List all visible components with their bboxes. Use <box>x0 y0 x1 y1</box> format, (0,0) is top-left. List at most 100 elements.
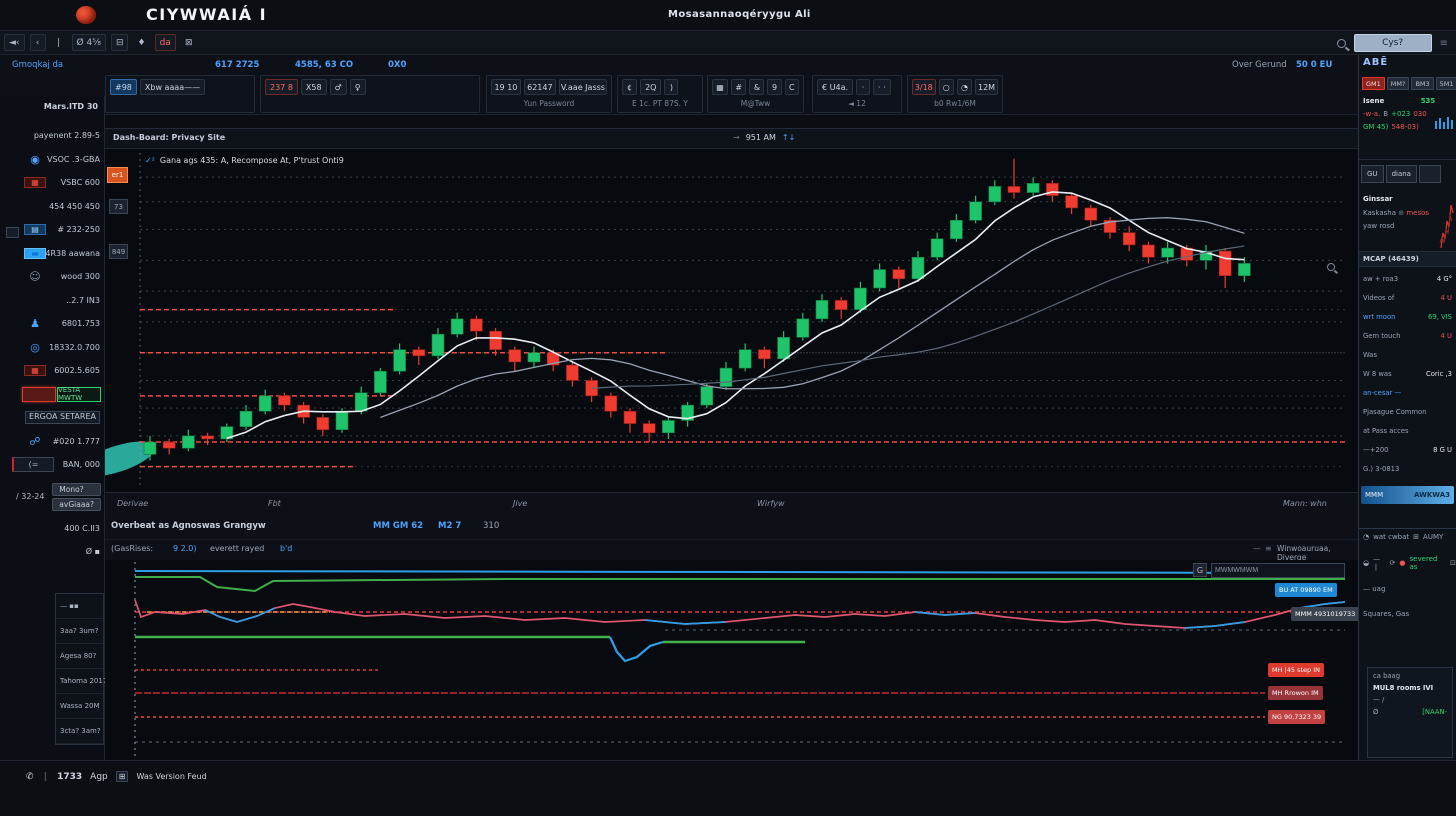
watchlist-row[interactable]: Wassa 20M <box>56 694 103 719</box>
g-button[interactable]: G <box>1193 563 1207 577</box>
mcap-row[interactable]: wrt moon69, VIS <box>1359 307 1456 326</box>
toolbar-button[interactable]: V.aae Jasss <box>559 79 607 95</box>
toolbar-button[interactable]: 12M <box>975 79 998 95</box>
watch-row-2[interactable]: GM 45)548-03) <box>1363 123 1422 131</box>
toolbar-button[interactable]: ) <box>664 79 678 95</box>
sidebar-item[interactable]: / 32-24Mono?avGiaaa? <box>0 477 105 517</box>
mcap-row[interactable]: at Pass acces <box>1359 421 1456 440</box>
minimize-icon[interactable]: — <box>1253 544 1261 553</box>
sidebar-item[interactable]: ☺wood 300 <box>0 265 105 289</box>
updown-arrows-icon[interactable]: ↑↓ <box>782 133 795 142</box>
sidebar-item[interactable]: ▦6002.5.605 <box>0 359 105 383</box>
sidebar-item[interactable]: ▤# 232-250 <box>0 218 105 242</box>
watchlist-row[interactable]: Tahoma 2017 <box>56 669 103 694</box>
mcap-row[interactable]: an-cesar — <box>1359 383 1456 402</box>
toolbar-button[interactable]: # <box>731 79 746 95</box>
toolbar-button[interactable]: 3/18 <box>912 79 936 95</box>
sidebar-item[interactable]: Ø ▪ <box>0 540 105 564</box>
watchlist-row[interactable]: — ▪▪ <box>56 594 103 619</box>
toolbar-button[interactable]: C <box>785 79 799 95</box>
toolbar-button[interactable]: ♀ <box>350 79 366 95</box>
plus-circle-icon[interactable]: ⊕ <box>1398 209 1404 217</box>
right-panel-tab[interactable]: diana <box>1386 165 1417 183</box>
toolbar-button[interactable]: € U4a. <box>817 79 853 95</box>
sidebar-item[interactable]: ..2.7 IN3 <box>0 289 105 313</box>
sidebar-item[interactable]: ♟6801.753 <box>0 312 105 336</box>
indicator-badge[interactable]: NG 90,7323 39 <box>1268 710 1325 724</box>
mcap-row[interactable]: Pjasague Common <box>1359 402 1456 421</box>
indicator-badge[interactable]: BU AT 09890 EM <box>1275 583 1337 597</box>
sidebar-item[interactable]: ▬4R38 aawana <box>0 242 105 266</box>
bottom-panel-icon[interactable]: —❘ <box>1373 555 1385 571</box>
nav-button[interactable]: ⊟ <box>111 34 129 51</box>
toolbar-button[interactable]: 62147 <box>524 79 556 95</box>
toolbar-button[interactable]: 2Q <box>640 79 661 95</box>
sidebar-stack-button[interactable]: Mono? <box>52 483 101 496</box>
nav-button[interactable]: ⊠ <box>181 34 197 51</box>
sidebar-item[interactable]: payenent 2.89-5 <box>0 124 105 148</box>
toolbar-button[interactable]: & <box>749 79 764 95</box>
indicator-input[interactable] <box>1211 563 1345 578</box>
menu-icon[interactable]: ≡ <box>1440 38 1448 49</box>
alert-button[interactable] <box>22 387 56 402</box>
sidebar-item[interactable]: ✎ERGOA SETAREA <box>0 406 105 430</box>
toolbar-button[interactable]: · · <box>873 79 891 95</box>
watchlist-row[interactable]: 3aa? 3um? <box>56 619 103 644</box>
nav-button[interactable]: | <box>51 34 67 51</box>
toolbar-button[interactable]: Xbw aaaa—— <box>140 79 205 95</box>
toolbar-button[interactable]: · <box>856 79 870 95</box>
mcap-row[interactable]: —+2008 G U <box>1359 440 1456 459</box>
vesta-button[interactable]: VESTA MWTW <box>57 387 101 402</box>
toolbar-button[interactable]: ¢ <box>622 79 637 95</box>
timeframe-button[interactable]: BM3 <box>1411 77 1433 90</box>
bottom-panel-icon[interactable]: severed as <box>1409 555 1446 571</box>
mcap-row[interactable]: G.) 3-0813 <box>1359 459 1456 478</box>
indicator-chart-canvas[interactable]: G BU AT 09890 EM MMM 4931019733 MH |45 ste… <box>105 560 1358 760</box>
search-icon[interactable] <box>1337 39 1346 48</box>
timeframe-button[interactable]: GM1 <box>1362 77 1385 90</box>
footer-blue-bar[interactable]: MMM AWKWA3 <box>1361 486 1454 504</box>
sidebar-item[interactable]: (=BAN, 000 <box>0 453 105 477</box>
toolbar-button[interactable]: 237 8 <box>265 79 298 95</box>
mcap-row[interactable]: aw + roa34 G° <box>1359 269 1456 288</box>
bottom-panel-icon[interactable]: ● <box>1399 559 1405 567</box>
sidebar-item[interactable]: 400 C.II3 <box>0 517 105 541</box>
right-panel-tab[interactable] <box>1419 165 1441 183</box>
toolbar-button[interactable]: ▦ <box>712 79 728 95</box>
nav-button[interactable]: da <box>155 34 176 51</box>
toolbar-button[interactable]: 19 10 <box>491 79 521 95</box>
timeframe-button[interactable]: 5M1 <box>1436 77 1456 90</box>
nav-button[interactable]: ◄‹ <box>4 34 25 51</box>
indicator-badge[interactable]: MH |45 step IN <box>1268 663 1324 677</box>
toolbar-button[interactable]: 9 <box>767 79 781 95</box>
sidebar-item[interactable]: ◎18332.0.700 <box>0 336 105 360</box>
nav-button[interactable]: ‹ <box>30 34 46 51</box>
nav-button[interactable]: Ø 4⅝ <box>72 34 106 51</box>
timeframe-button[interactable]: MM? <box>1387 77 1410 90</box>
sidebar-item[interactable]: ☍#020 1.777 <box>0 430 105 454</box>
candlestick-chart-canvas[interactable]: ✓² Gana ags 435: A, Recompose At, P'trus… <box>105 149 1358 492</box>
watch-row-1[interactable]: -w-a.B+023030 <box>1363 110 1430 118</box>
indicator-badge[interactable]: MH Rrowon IM <box>1268 686 1323 700</box>
mcap-row[interactable]: Was <box>1359 345 1456 364</box>
sidebar-item[interactable]: ◉VSOC .3-GBA <box>0 148 105 172</box>
layout-dropdown[interactable]: Cys? <box>1354 34 1432 52</box>
toolbar-button[interactable]: ♂ <box>330 79 347 95</box>
toolbar-button[interactable]: X58 <box>301 79 327 95</box>
mcap-row[interactable]: W 8 wasCoric ,3 <box>1359 364 1456 383</box>
sidebar-item[interactable]: 454 450 450 <box>0 195 105 219</box>
toolbar-button[interactable]: ◔ <box>957 79 972 95</box>
bottom-panel-icon[interactable]: ⊡ <box>1450 559 1456 567</box>
watchlist-row[interactable]: Agesa 80? <box>56 644 103 669</box>
toolbar-button[interactable]: ○ <box>939 79 954 95</box>
sidebar-stack-button[interactable]: avGiaaa? <box>52 498 101 511</box>
toolbar-button[interactable]: #98 <box>110 79 137 95</box>
zoom-icon[interactable] <box>1327 263 1335 271</box>
bottom-panel-icon[interactable]: ◒ <box>1363 559 1369 567</box>
indicator-badge[interactable]: MMM 4931019733 <box>1291 607 1359 621</box>
menu-lines-icon[interactable]: ≡ <box>1265 544 1272 553</box>
sidebar-item[interactable]: ▦VSBC 600 <box>0 171 105 195</box>
sidebar-item[interactable]: VESTA MWTW <box>0 383 105 407</box>
nav-button[interactable]: ♦ <box>133 34 149 51</box>
right-panel-tab[interactable]: GU <box>1361 165 1384 183</box>
